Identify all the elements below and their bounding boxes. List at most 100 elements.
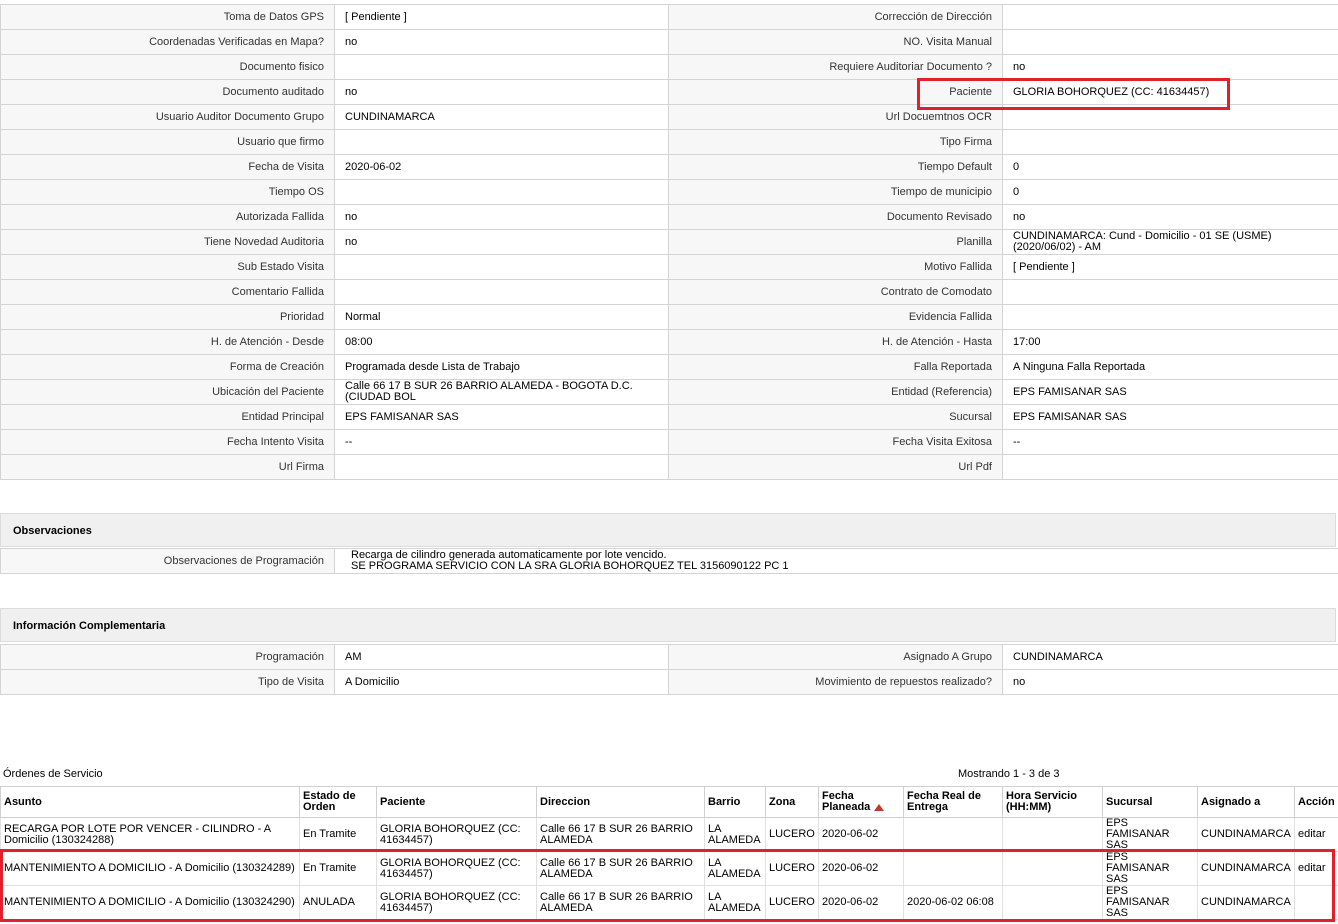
column-header-fecha-planeada[interactable]: Fecha Planeada [818, 786, 904, 818]
no-visita-manual-label: NO. Visita Manual [668, 29, 1003, 55]
tiempo-os-value [334, 179, 669, 205]
column-header-zona[interactable]: Zona [765, 786, 819, 818]
forma-de-creacion-label: Forma de Creación [0, 354, 335, 380]
column-header-label: Acción [1298, 795, 1335, 808]
tipo-firma-label: Tipo Firma [668, 129, 1003, 155]
cell-sucursal: EPS FAMISANAR SAS [1102, 885, 1198, 920]
documento-auditado-label: Documento auditado [0, 79, 335, 105]
column-header-fecha-real-de-entrega[interactable]: Fecha Real de Entrega [903, 786, 1003, 818]
asignado-a-grupo-label: Asignado A Grupo [668, 644, 1003, 670]
cell-accion [1294, 885, 1338, 920]
asignado-a-grupo-value: CUNDINAMARCA [1002, 644, 1338, 670]
cell-asignado-a: CUNDINAMARCA [1197, 885, 1295, 920]
detail-row: Fecha de Visita 2020-06-02 Tiempo Default 0 [0, 154, 1338, 180]
fecha-visita-exitosa-value: -- [1002, 429, 1338, 455]
column-header-direccion[interactable]: Direccion [536, 786, 705, 818]
prioridad-value: Normal [334, 304, 669, 330]
cell-asunto: RECARGA POR LOTE POR VENCER - CILINDRO -… [0, 817, 300, 852]
detail-row: H. de Atención - Desde 08:00 H. de Atenció… [0, 329, 1338, 355]
column-header-hora-servicio-hh-mm[interactable]: Hora Servicio (HH:MM) [1002, 786, 1103, 818]
detail-row: Ubicación del Paciente Calle 66 17 B SUR … [0, 379, 1338, 405]
orders-table: Asunto Estado de Orden Paciente Direccion Ba… [0, 786, 1338, 920]
cell-sucursal: EPS FAMISANAR SAS [1102, 817, 1198, 852]
cell-fecha-planeada: 2020-06-02 [818, 851, 904, 886]
detail-row: Tipo de Visita A Domicilio Movimiento de r… [0, 669, 1338, 695]
documento-revisado-label: Documento Revisado [668, 204, 1003, 230]
visit-detail-table: Toma de Datos GPS[ Pendiente ] Corrección… [0, 4, 1338, 480]
column-header-barrio[interactable]: Barrio [704, 786, 766, 818]
cell-zona: LUCERO [765, 885, 819, 920]
ubicacion-del-paciente-value: Calle 66 17 B SUR 26 BARRIO ALAMEDA - BO… [334, 379, 669, 405]
contrato-de-comodato-value [1002, 279, 1338, 305]
usuario-que-firmo-value [334, 129, 669, 155]
cell-direccion: Calle 66 17 B SUR 26 BARRIO ALAMEDA [536, 885, 705, 920]
orders-body: RECARGA POR LOTE POR VENCER - CILINDRO -… [0, 817, 1338, 920]
motivo-fallida-value: [ Pendiente ] [1002, 254, 1338, 280]
tipo-de-visita-value: A Domicilio [334, 669, 669, 695]
programacion-value: AM [334, 644, 669, 670]
cell-estado-de-orden: En Tramite [299, 817, 377, 852]
fecha-visita-exitosa-label: Fecha Visita Exitosa [668, 429, 1003, 455]
detail-row: Forma de Creación Programada desde Lista … [0, 354, 1338, 380]
url-docuemtnos-ocr-value [1002, 104, 1338, 130]
cell-asunto: MANTENIMIENTO A DOMICILIO - A Domicilio … [0, 851, 300, 886]
comentario-fallida-value [334, 279, 669, 305]
column-header-accion[interactable]: Acción [1294, 786, 1338, 818]
fecha-de-visita-value: 2020-06-02 [334, 154, 669, 180]
documento-fisico-label: Documento fisico [0, 54, 335, 80]
documento-revisado-value: no [1002, 204, 1338, 230]
edit-link[interactable]: editar [1298, 862, 1326, 874]
table-row: MANTENIMIENTO A DOMICILIO - A Domicilio … [0, 885, 1338, 920]
correccion-de-direccion-value [1002, 4, 1338, 30]
cell-hora-servicio-hh-mm [1002, 817, 1103, 852]
contrato-de-comodato-label: Contrato de Comodato [668, 279, 1003, 305]
cell-fecha-real-de-entrega [903, 817, 1003, 852]
entidad-referencia-label: Entidad (Referencia) [668, 379, 1003, 405]
cell-direccion: Calle 66 17 B SUR 26 BARRIO ALAMEDA [536, 851, 705, 886]
url-pdf-value [1002, 454, 1338, 480]
h-de-atencion-hasta-value: 17:00 [1002, 329, 1338, 355]
url-firma-label: Url Firma [0, 454, 335, 480]
column-header-label: Hora Servicio (HH:MM) [1006, 790, 1077, 813]
column-header-estado-de-orden[interactable]: Estado de Orden [299, 786, 377, 818]
tiempo-default-label: Tiempo Default [668, 154, 1003, 180]
ubicacion-del-paciente-label: Ubicación del Paciente [0, 379, 335, 405]
tipo-firma-value [1002, 129, 1338, 155]
observaciones-line-2: SE PROGRAMA SERVICIO CON LA SRA GLORIA B… [351, 560, 789, 572]
autorizada-fallida-label: Autorizada Fallida [0, 204, 335, 230]
detail-row: Programación AM Asignado A Grupo CUNDINAMAR… [0, 644, 1338, 670]
column-header-sucursal[interactable]: Sucursal [1102, 786, 1198, 818]
column-header-paciente[interactable]: Paciente [376, 786, 537, 818]
cell-accion: editar [1294, 817, 1338, 852]
requiere-auditoriar-documento-value: no [1002, 54, 1338, 80]
movimiento-de-repuestos-realizado-label: Movimiento de repuestos realizado? [668, 669, 1003, 695]
visit-detail-body: Toma de Datos GPS[ Pendiente ] Corrección… [0, 4, 1338, 480]
tiempo-de-municipio-label: Tiempo de municipio [668, 179, 1003, 205]
tiempo-default-value: 0 [1002, 154, 1338, 180]
column-header-label: Sucursal [1106, 795, 1153, 808]
programacion-label: Programación [0, 644, 335, 670]
documento-fisico-value [334, 54, 669, 80]
tiempo-os-label: Tiempo OS [0, 179, 335, 205]
sucursal-label: Sucursal [668, 404, 1003, 430]
column-header-label: Direccion [540, 795, 591, 808]
observaciones-header: Observaciones [0, 513, 1336, 547]
paciente-value: GLORIA BOHORQUEZ (CC: 41634457) [1002, 79, 1338, 105]
detail-row: Entidad Principal EPS FAMISANAR SAS Sucurs… [0, 404, 1338, 430]
fecha-intento-visita-label: Fecha Intento Visita [0, 429, 335, 455]
cell-fecha-real-de-entrega [903, 851, 1003, 886]
tiene-novedad-auditoria-label: Tiene Novedad Auditoria [0, 229, 335, 255]
requiere-auditoriar-documento-label: Requiere Auditoriar Documento ? [668, 54, 1003, 80]
column-header-asunto[interactable]: Asunto [0, 786, 300, 818]
cell-asignado-a: CUNDINAMARCA [1197, 817, 1295, 852]
sub-estado-visita-value [334, 254, 669, 280]
edit-link[interactable]: editar [1298, 828, 1326, 840]
column-header-asignado-a[interactable]: Asignado a [1197, 786, 1295, 818]
cell-barrio: LA ALAMEDA [704, 817, 766, 852]
cell-sucursal: EPS FAMISANAR SAS [1102, 851, 1198, 886]
cell-asignado-a: CUNDINAMARCA [1197, 851, 1295, 886]
cell-barrio: LA ALAMEDA [704, 885, 766, 920]
sort-ascending-icon[interactable] [874, 803, 885, 811]
cell-paciente: GLORIA BOHORQUEZ (CC: 41634457) [376, 851, 537, 886]
movimiento-de-repuestos-realizado-value: no [1002, 669, 1338, 695]
